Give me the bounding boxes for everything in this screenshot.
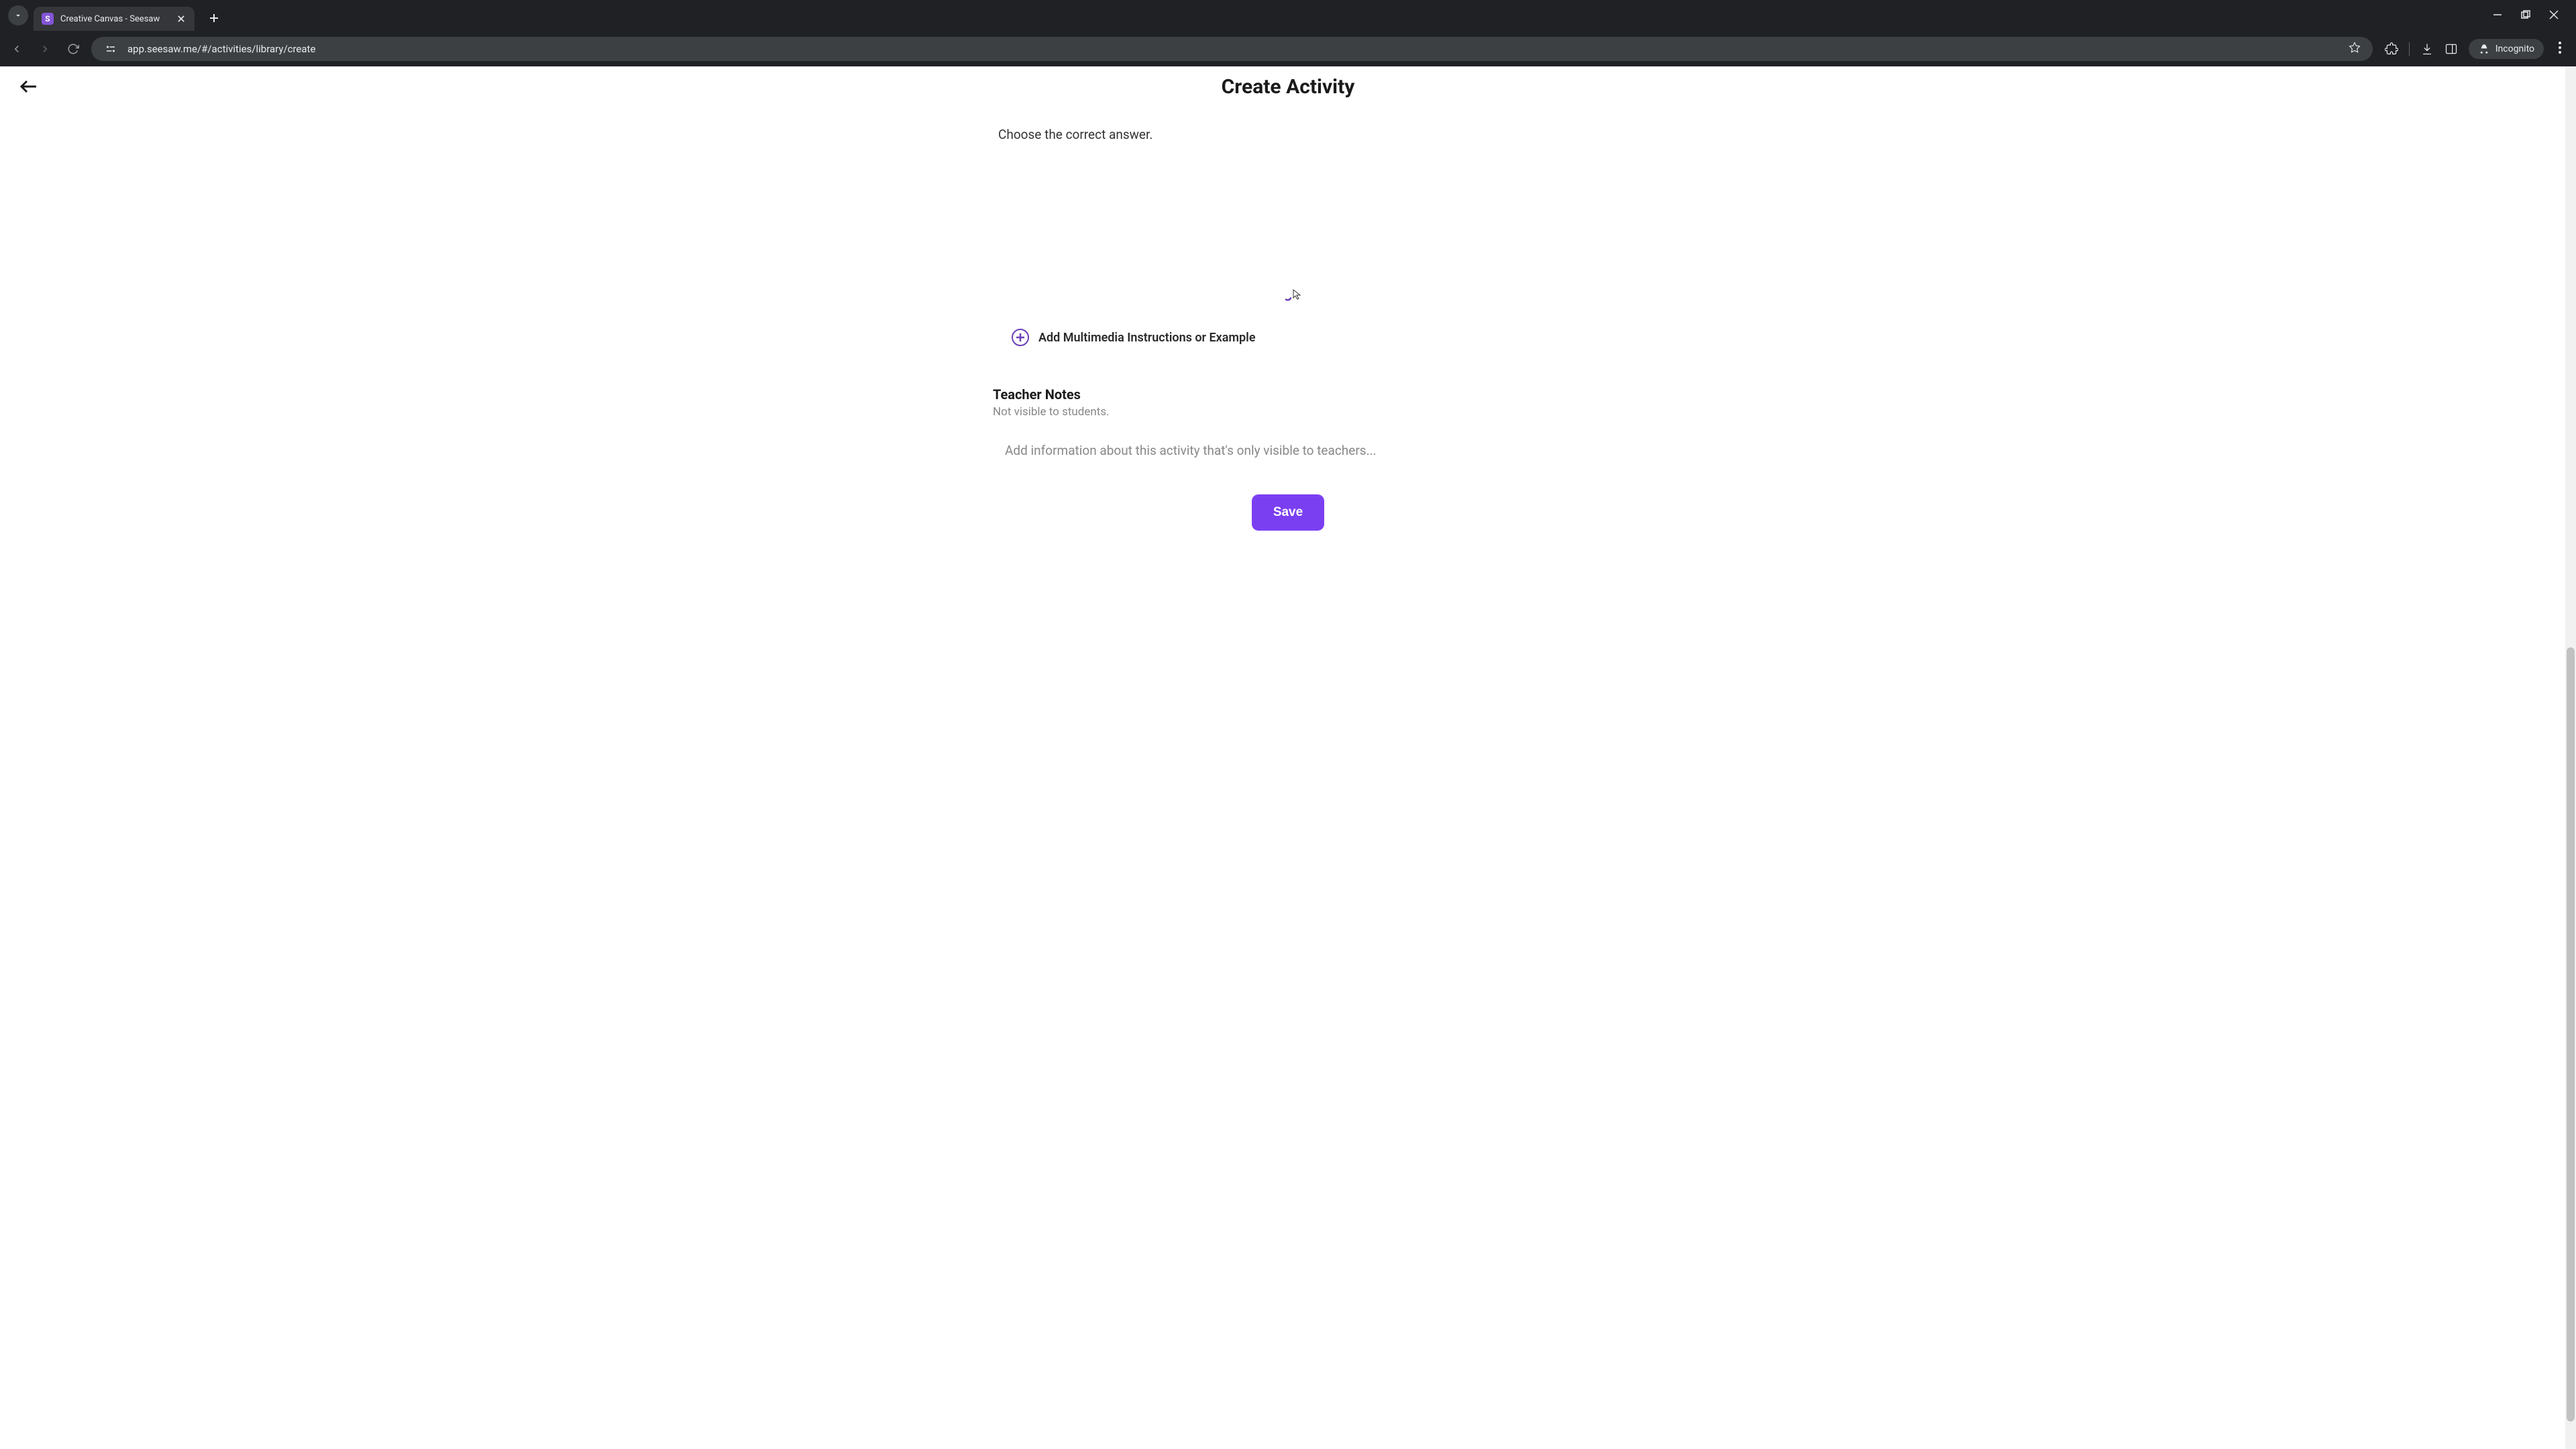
chrome-menu-button[interactable] (2555, 42, 2565, 56)
cursor-icon (1293, 289, 1302, 300)
teacher-notes-subtext: Not visible to students. (993, 405, 1583, 419)
arrow-right-icon (39, 43, 51, 55)
main-content: Choose the correct answer. Add Multimedi… (979, 107, 1597, 557)
toolbar-divider (2409, 42, 2410, 56)
site-settings-icon (105, 43, 117, 55)
kebab-menu-icon (2559, 42, 2561, 54)
close-icon (2549, 10, 2559, 19)
bookmark-button[interactable] (2346, 42, 2363, 56)
reload-icon (67, 43, 79, 55)
download-icon (2420, 42, 2434, 56)
back-button[interactable] (7, 39, 27, 59)
incognito-icon (2478, 43, 2490, 55)
chevron-down-icon (13, 11, 23, 20)
spinner-arc-icon (1283, 292, 1293, 301)
page-header: Create Activity (0, 66, 2576, 107)
toolbar-right: Incognito (2381, 39, 2569, 59)
side-panel-icon (2445, 42, 2458, 56)
arrow-left-icon (19, 78, 38, 95)
maximize-button[interactable] (2521, 9, 2530, 22)
address-bar-row: app.seesaw.me/#/activities/library/creat… (0, 31, 2576, 66)
site-info-button[interactable] (101, 43, 121, 55)
browser-tab[interactable]: S Creative Canvas - Seesaw (34, 7, 195, 31)
side-panel-button[interactable] (2445, 42, 2458, 56)
minimize-button[interactable] (2493, 9, 2502, 22)
canvas-area[interactable] (993, 156, 1583, 310)
page-title: Create Activity (1222, 75, 1355, 99)
incognito-badge[interactable]: Incognito (2469, 39, 2544, 59)
scrollbar-thumb[interactable] (2567, 647, 2575, 1421)
teacher-notes-section: Teacher Notes Not visible to students. A… (993, 386, 1583, 458)
teacher-notes-heading: Teacher Notes (993, 386, 1583, 402)
extensions-button[interactable] (2385, 42, 2398, 56)
page-back-button[interactable] (19, 78, 38, 95)
url-text: app.seesaw.me/#/activities/library/creat… (127, 43, 2339, 55)
window-controls (2493, 9, 2571, 22)
address-bar[interactable]: app.seesaw.me/#/activities/library/creat… (91, 37, 2373, 61)
plus-icon (209, 13, 219, 23)
new-tab-button[interactable] (204, 8, 224, 28)
arrow-left-icon (11, 43, 23, 55)
downloads-button[interactable] (2420, 42, 2434, 56)
tab-close-button[interactable] (176, 13, 186, 24)
close-icon (178, 15, 184, 22)
tab-title: Creative Canvas - Seesaw (60, 14, 170, 24)
add-multimedia-button[interactable]: Add Multimedia Instructions or Example (993, 329, 1583, 346)
close-window-button[interactable] (2549, 9, 2559, 22)
minimize-icon (2493, 10, 2502, 19)
browser-chrome: S Creative Canvas - Seesaw (0, 0, 2576, 66)
save-button[interactable]: Save (1252, 494, 1324, 531)
tab-bar: S Creative Canvas - Seesaw (0, 0, 2576, 31)
scrollbar-track[interactable] (2565, 66, 2576, 1449)
teacher-notes-input[interactable]: Add information about this activity that… (993, 443, 1583, 458)
plus-circle-icon (1012, 329, 1029, 346)
page-content: Create Activity Choose the correct answe… (0, 66, 2576, 1449)
loading-spinner (1283, 291, 1293, 304)
forward-button[interactable] (35, 39, 55, 59)
tab-favicon: S (42, 13, 54, 25)
star-icon (2349, 42, 2361, 54)
extensions-icon (2385, 42, 2398, 56)
incognito-label: Incognito (2496, 44, 2534, 54)
cursor-indicator (1293, 289, 1302, 303)
plus-icon (1016, 333, 1025, 342)
teacher-notes-placeholder: Add information about this activity that… (1005, 443, 1377, 458)
maximize-icon (2521, 10, 2530, 19)
tab-search-button[interactable] (8, 5, 28, 25)
reload-button[interactable] (63, 39, 83, 59)
add-multimedia-label: Add Multimedia Instructions or Example (1038, 331, 1256, 345)
instruction-text: Choose the correct answer. (993, 127, 1583, 142)
